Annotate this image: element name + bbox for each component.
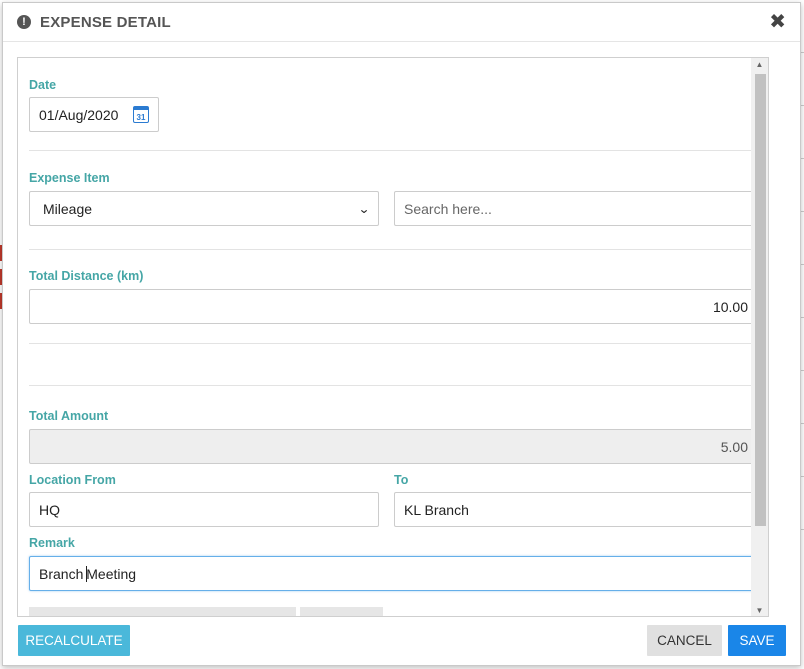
- partial-field: [29, 607, 296, 616]
- divider: [29, 343, 758, 344]
- chevron-down-icon: ⌄: [357, 201, 371, 216]
- search-placeholder: Search here...: [404, 200, 492, 217]
- partial-field: [300, 607, 383, 616]
- remark-field[interactable]: Branch Meeting: [29, 556, 758, 591]
- location-from-value: HQ: [39, 501, 60, 518]
- cancel-button[interactable]: CANCEL: [647, 625, 722, 656]
- location-from-field[interactable]: HQ: [29, 492, 379, 527]
- expense-search-input[interactable]: Search here...: [394, 191, 758, 226]
- location-to-label: To: [394, 473, 409, 487]
- total-distance-field[interactable]: 10.00: [29, 289, 758, 324]
- location-from-label: Location From: [29, 473, 116, 487]
- expense-detail-dialog: ! EXPENSE DETAIL ✖ Date 01/Aug/2020 31 E…: [2, 2, 801, 666]
- date-value: 01/Aug/2020: [39, 106, 119, 123]
- expense-item-select[interactable]: Mileage ⌄: [29, 191, 379, 226]
- info-icon: !: [17, 15, 31, 29]
- scroll-up-icon[interactable]: ▲: [751, 58, 768, 72]
- total-amount-label: Total Amount: [29, 409, 109, 423]
- vertical-scrollbar[interactable]: ▲ ▼: [751, 58, 768, 616]
- dialog-header: ! EXPENSE DETAIL ✖: [3, 3, 800, 42]
- expense-item-selected: Mileage: [43, 200, 93, 217]
- divider: [29, 385, 758, 386]
- location-to-value: KL Branch: [404, 501, 469, 518]
- recalculate-button[interactable]: RECALCULATE: [18, 625, 130, 656]
- remark-text-before: Branch: [39, 565, 88, 582]
- dialog-title: EXPENSE DETAIL: [40, 13, 171, 31]
- location-to-field[interactable]: KL Branch: [394, 492, 758, 527]
- remark-text-after: Meeting: [86, 565, 137, 582]
- divider: [29, 249, 758, 250]
- remark-label: Remark: [29, 536, 75, 550]
- divider: [29, 150, 758, 151]
- expense-item-label: Expense Item: [29, 171, 110, 185]
- total-distance-label: Total Distance (km): [29, 269, 144, 283]
- close-icon[interactable]: ✖: [769, 12, 786, 32]
- date-field[interactable]: 01/Aug/2020 31: [29, 97, 159, 132]
- total-amount-field: 5.00: [29, 429, 758, 464]
- dialog-body: Date 01/Aug/2020 31 Expense Item Mileage…: [17, 57, 769, 617]
- save-button[interactable]: SAVE: [728, 625, 786, 656]
- total-amount-value: 5.00: [720, 438, 748, 455]
- calendar-icon[interactable]: 31: [133, 106, 149, 123]
- scroll-down-icon[interactable]: ▼: [751, 604, 768, 616]
- total-distance-value: 10.00: [712, 298, 748, 315]
- scrollbar-thumb[interactable]: [755, 74, 766, 526]
- date-label: Date: [29, 78, 57, 92]
